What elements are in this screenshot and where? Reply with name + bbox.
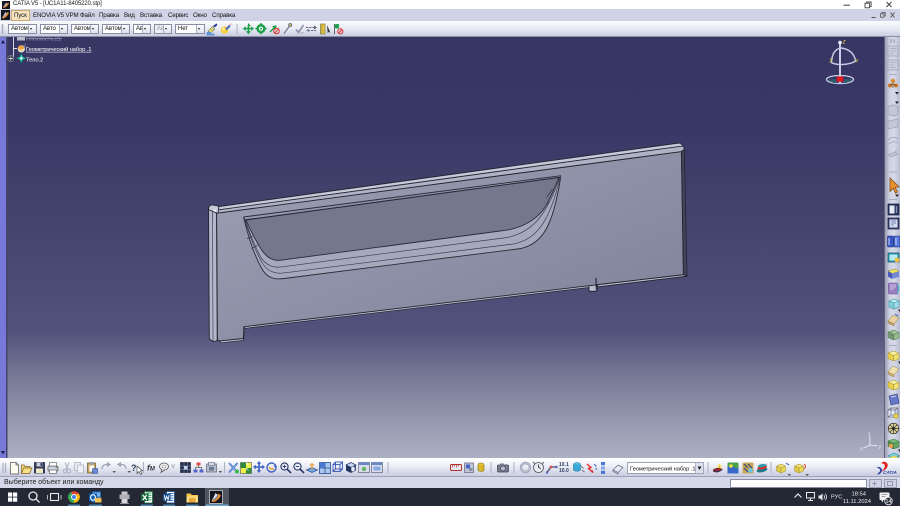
- svg-text:Плоскость.21: Плоскость.21: [26, 37, 61, 42]
- svg-text:fM: fM: [147, 463, 156, 473]
- svg-text:РУС: РУС: [831, 495, 842, 501]
- svg-text:z: z: [842, 39, 847, 46]
- svg-text:x: x: [860, 447, 863, 453]
- svg-text:?: ?: [131, 463, 137, 473]
- svg-text:Тело.2: Тело.2: [26, 57, 43, 63]
- svg-text:Геометрический набор .1: Геометрический набор .1: [630, 465, 695, 472]
- svg-text:x: x: [854, 58, 859, 65]
- svg-text:14: 14: [885, 499, 891, 505]
- svg-text:Геометрический набор .1: Геометрический набор .1: [26, 46, 91, 53]
- svg-text:18:54: 18:54: [851, 492, 866, 498]
- svg-text:11.11.2024: 11.11.2024: [843, 499, 872, 505]
- svg-text:z: z: [868, 432, 871, 438]
- svg-text:10.0: 10.0: [559, 468, 569, 474]
- svg-text:y: y: [879, 444, 882, 450]
- svg-text:CATIA: CATIA: [883, 470, 897, 475]
